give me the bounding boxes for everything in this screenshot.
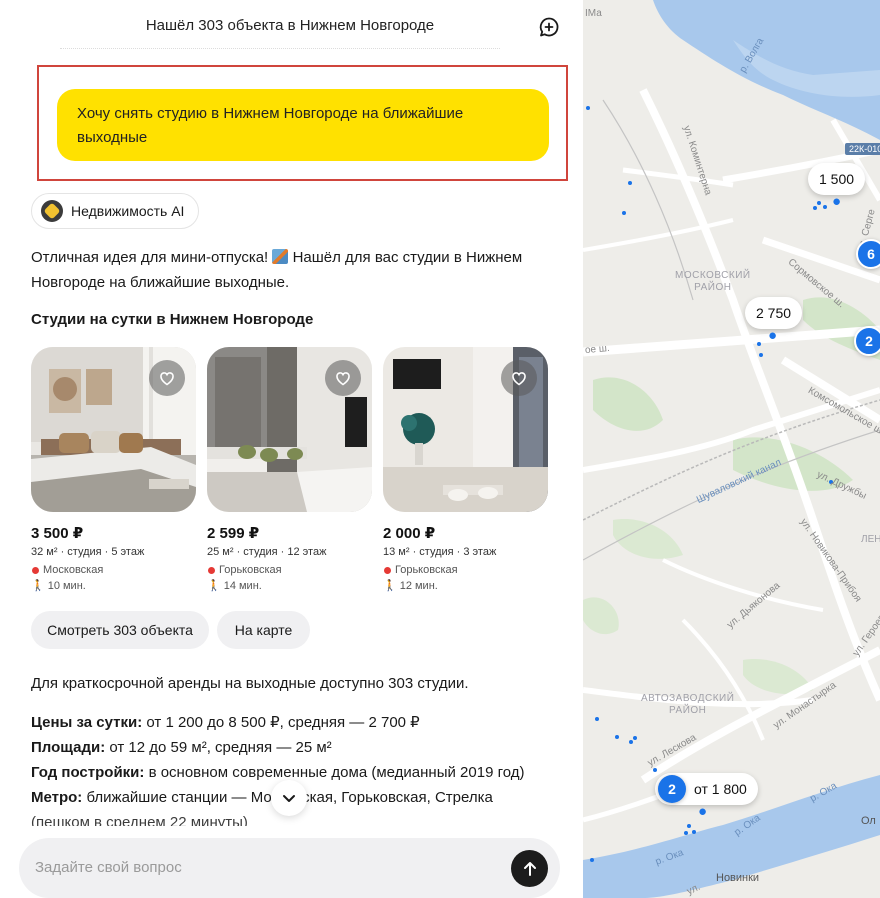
prices-value: от 1 200 до 8 500 ₽, средняя — 2 700 ₽ — [142, 714, 420, 731]
metro-line-dot — [384, 566, 391, 574]
map-label-locality: Ол — [861, 815, 876, 827]
listing-walk: 🚶 14 мин. — [207, 579, 372, 593]
listing-card[interactable]: 3 500 ₽ 32 м² · студия · 5 этаж Московск… — [31, 347, 196, 592]
chat-header: Нашёл 303 объекта в Нижнем Новгороде — [0, 0, 583, 50]
map-panel[interactable]: ІМа р. Волга ул. Коминтерна 22К-010 ул. … — [583, 0, 880, 898]
area-label: Площади: — [31, 739, 106, 756]
map-pin-marker-icon: ● — [832, 193, 842, 210]
metro-label: Метро: — [31, 789, 83, 806]
metro-line-dot — [208, 566, 215, 574]
map-label: ІМа — [585, 8, 602, 19]
favorite-heart-icon[interactable] — [325, 360, 361, 396]
listing-metro: Горьковская — [383, 564, 548, 576]
listing-price: 2 000 ₽ — [383, 525, 436, 542]
listing-walk: 🚶 10 мин. — [31, 579, 196, 593]
road-number-badge: 22К-010 — [845, 143, 880, 155]
page-title: Нашёл 303 объекта в Нижнем Новгороде — [145, 17, 435, 34]
view-all-button[interactable]: Смотреть 303 объекта — [31, 611, 209, 649]
listing-price: 2 599 ₽ — [207, 525, 260, 542]
map-pin-marker-icon: ● — [698, 803, 708, 820]
map-district-label: МОСКОВСКИЙ РАЙОН — [675, 270, 751, 293]
arrow-up-icon — [523, 861, 536, 876]
area-value: от 12 до 59 м², средняя — 25 м² — [105, 739, 332, 756]
metro-station: Горьковская — [395, 564, 458, 576]
map-district-label: АВТОЗАВОДСКИЙ РАЙОН — [641, 693, 735, 716]
source-chip[interactable]: Недвижимость AI — [31, 193, 200, 229]
listing-photo[interactable] — [207, 347, 372, 512]
chat-panel: Нашёл 303 объекта в Нижнем Новгороде Хоч… — [0, 0, 583, 898]
chevron-down-icon — [283, 794, 295, 802]
listing-card[interactable]: 2 000 ₽ 13 м² · студия · 3 этаж Горьковс… — [383, 347, 548, 592]
walking-person-icon: 🚶 — [31, 580, 45, 592]
user-message-bubble: Хочу снять студию в Нижнем Новгороде на … — [57, 89, 549, 161]
intro-text-start: Отличная идея для мини-отпуска! — [31, 249, 269, 266]
walking-person-icon: 🚶 — [383, 580, 397, 592]
favorite-heart-icon[interactable] — [501, 360, 537, 396]
map-district-label: ЛЕН — [861, 534, 880, 545]
map-cluster: 2 — [658, 775, 686, 803]
listing-metro: Московская — [31, 564, 196, 576]
building-emoji-icon — [272, 249, 289, 264]
map-price-pin[interactable]: 2 750 — [745, 297, 803, 329]
map-canvas — [583, 0, 880, 898]
map-label-street: ое ш. — [584, 342, 611, 357]
listing-walk: 🚶 12 мин. — [383, 579, 548, 593]
source-chip-label: Недвижимость AI — [71, 203, 185, 219]
prices-label: Цены за сутки: — [31, 714, 143, 731]
summary-area: Площади: от 12 до 59 м², средняя — 25 м² — [31, 735, 561, 760]
pin-price: 2 750 — [756, 305, 792, 321]
section-title: Студии на сутки в Нижнем Новгороде — [31, 311, 314, 328]
metro-station: Горьковская — [219, 564, 282, 576]
listing-price: 3 500 ₽ — [31, 525, 84, 542]
listing-meta: 32 м² · студия · 5 этаж — [31, 546, 145, 558]
question-input-placeholder: Задайте свой вопрос — [35, 859, 182, 876]
pin-price: от 1 800 — [694, 781, 747, 797]
summary-intro: Для краткосрочной аренды на выходные дос… — [31, 675, 469, 692]
metro-line-dot — [32, 566, 39, 574]
listing-meta: 25 м² · студия · 12 этаж — [207, 546, 327, 558]
walk-time: 10 мин. — [47, 579, 86, 592]
map-label-locality: Новинки — [716, 872, 760, 884]
listing-card[interactable]: 2 599 ₽ 25 м² · студия · 12 этаж Горьков… — [207, 347, 372, 592]
map-pin-marker-icon: ● — [768, 327, 778, 344]
summary-prices: Цены за сутки: от 1 200 до 8 500 ₽, сред… — [31, 710, 561, 735]
listing-metro: Горьковская — [207, 564, 372, 576]
new-chat-icon[interactable] — [538, 16, 560, 38]
question-input[interactable]: Задайте свой вопрос — [19, 838, 560, 898]
realty-ai-logo-icon — [41, 200, 63, 222]
metro-station: Московская — [43, 564, 104, 576]
listing-photo[interactable] — [31, 347, 196, 512]
map-price-pin[interactable]: 2 от 1 800 — [655, 773, 758, 805]
map-price-pin[interactable]: 1 500 — [808, 163, 866, 195]
listing-photo[interactable] — [383, 347, 548, 512]
map-cluster[interactable]: 2 — [854, 326, 880, 356]
send-button[interactable] — [511, 850, 548, 887]
scroll-down-button[interactable] — [271, 780, 307, 816]
year-label: Год постройки: — [31, 764, 145, 781]
on-map-button[interactable]: На карте — [217, 611, 310, 649]
walk-time: 14 мин. — [223, 579, 262, 592]
pin-price: 1 500 — [819, 171, 855, 187]
assistant-intro: Отличная идея для мини-отпуска! Нашёл дл… — [31, 245, 551, 295]
walk-time: 12 мин. — [399, 579, 438, 592]
map-cluster[interactable]: 6 — [856, 239, 880, 269]
year-value: в основном современные дома (медианный 2… — [144, 764, 525, 781]
favorite-heart-icon[interactable] — [149, 360, 185, 396]
header-divider — [60, 48, 500, 52]
listing-meta: 13 м² · студия · 3 этаж — [383, 546, 497, 558]
walking-person-icon: 🚶 — [207, 580, 221, 592]
